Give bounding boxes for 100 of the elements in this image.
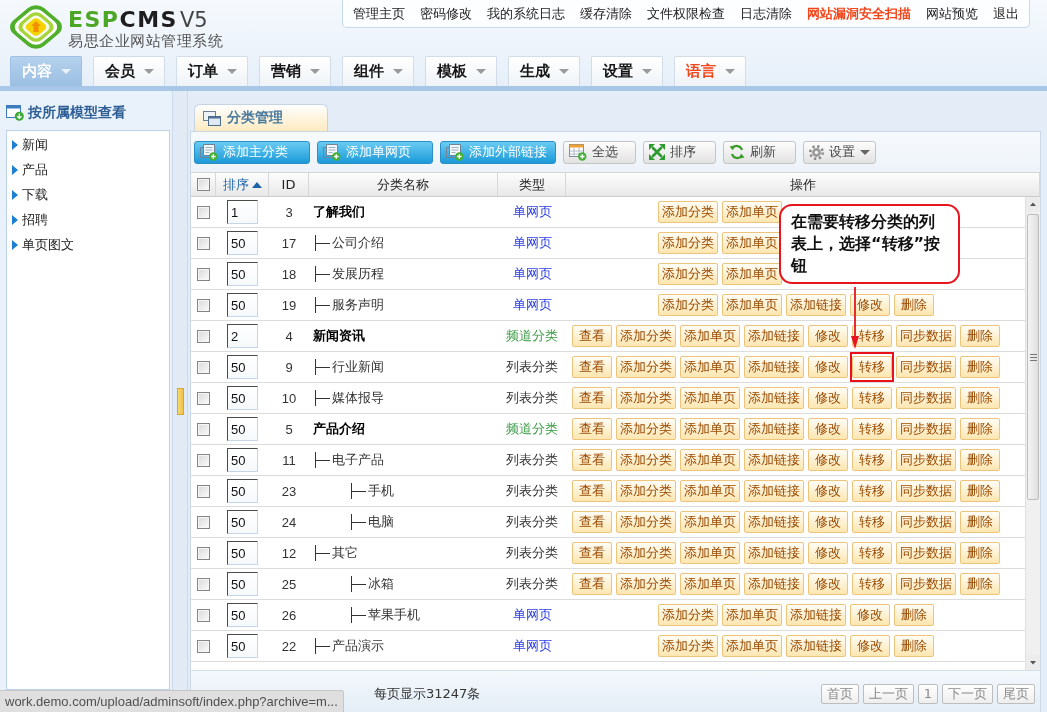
top-nav-link[interactable]: 日志清除 <box>740 4 792 23</box>
order-input[interactable]: 50 <box>227 603 258 627</box>
action-button[interactable]: 同步数据 <box>895 480 956 502</box>
menu-tab[interactable]: 设置 <box>591 56 663 86</box>
action-button[interactable]: 添加单页 <box>721 604 782 626</box>
action-button[interactable]: 添加链接 <box>743 542 804 564</box>
sidebar-item[interactable]: 招聘 <box>12 207 169 232</box>
order-input[interactable]: 1 <box>227 200 258 224</box>
action-button[interactable]: 添加单页 <box>721 635 782 657</box>
order-input[interactable]: 50 <box>227 293 258 317</box>
action-button[interactable]: 删除 <box>893 635 934 657</box>
action-button[interactable]: 修改 <box>849 294 890 316</box>
menu-tab[interactable]: 模板 <box>425 56 497 86</box>
checkbox[interactable] <box>196 178 210 191</box>
action-button[interactable]: 添加单页 <box>721 294 782 316</box>
order-input[interactable]: 50 <box>227 541 258 565</box>
action-button[interactable]: 添加链接 <box>785 294 846 316</box>
top-nav-link[interactable]: 我的系统日志 <box>487 4 565 23</box>
action-button[interactable]: 添加分类 <box>615 356 676 378</box>
action-button[interactable]: 添加单页 <box>679 356 740 378</box>
checkbox[interactable] <box>197 453 210 467</box>
column-header[interactable]: 排序 <box>222 175 249 194</box>
order-input[interactable]: 50 <box>227 231 258 255</box>
order-input[interactable]: 2 <box>227 324 258 348</box>
order-input[interactable]: 50 <box>227 448 258 472</box>
order-input[interactable]: 50 <box>227 479 258 503</box>
action-button[interactable]: 添加分类 <box>657 263 718 285</box>
action-button[interactable]: 转移 <box>851 573 892 595</box>
checkbox[interactable] <box>197 608 210 622</box>
top-nav-link[interactable]: 网站漏洞安全扫描 <box>807 4 911 23</box>
action-button[interactable]: 添加分类 <box>657 604 718 626</box>
action-button[interactable]: 查看 <box>571 449 612 471</box>
checkbox[interactable] <box>197 546 210 560</box>
action-button[interactable]: 同步数据 <box>895 387 956 409</box>
menu-tab[interactable]: 语言 <box>674 56 746 86</box>
menu-tab[interactable]: 组件 <box>342 56 414 86</box>
action-button[interactable]: 添加链接 <box>785 635 846 657</box>
action-button[interactable]: 同步数据 <box>895 418 956 440</box>
action-button[interactable]: 删除 <box>959 542 1000 564</box>
action-button[interactable]: 删除 <box>959 449 1000 471</box>
panel-tab[interactable]: 分类管理 <box>194 104 328 131</box>
action-button[interactable]: 添加链接 <box>785 604 846 626</box>
action-button[interactable]: 添加分类 <box>657 294 718 316</box>
action-button[interactable]: 添加单页 <box>721 232 782 254</box>
action-button[interactable]: 添加单页 <box>679 542 740 564</box>
top-nav-link[interactable]: 退出 <box>993 4 1019 23</box>
action-button[interactable]: 添加分类 <box>615 449 676 471</box>
menu-tab[interactable]: 订单 <box>176 56 248 86</box>
toolbar-button[interactable]: 刷新 <box>723 140 796 164</box>
action-button[interactable]: 修改 <box>807 573 848 595</box>
action-button[interactable]: 修改 <box>807 356 848 378</box>
checkbox[interactable] <box>197 639 210 653</box>
action-button[interactable]: 删除 <box>959 325 1000 347</box>
action-button[interactable]: 删除 <box>959 511 1000 533</box>
action-button[interactable]: 添加分类 <box>615 325 676 347</box>
action-button[interactable]: 添加单页 <box>721 201 782 223</box>
toolbar-button[interactable]: 排序 <box>643 140 716 164</box>
action-button[interactable]: 同步数据 <box>895 542 956 564</box>
order-input[interactable]: 50 <box>227 355 258 379</box>
action-button[interactable]: 添加链接 <box>743 511 804 533</box>
action-button[interactable]: 同步数据 <box>895 449 956 471</box>
action-button[interactable]: 转移 <box>851 325 892 347</box>
action-button[interactable]: 查看 <box>571 325 612 347</box>
action-button[interactable]: 添加分类 <box>657 201 718 223</box>
action-button[interactable]: 查看 <box>571 356 612 378</box>
action-button[interactable]: 添加单页 <box>679 449 740 471</box>
action-button[interactable]: 添加单页 <box>679 325 740 347</box>
toolbar-button[interactable]: 设置 <box>803 140 876 164</box>
action-button[interactable]: 删除 <box>959 573 1000 595</box>
checkbox[interactable] <box>197 329 210 343</box>
action-button[interactable]: 修改 <box>807 542 848 564</box>
action-button[interactable]: 查看 <box>571 418 612 440</box>
checkbox[interactable] <box>197 205 210 219</box>
action-button[interactable]: 添加链接 <box>743 356 804 378</box>
splitter-handle[interactable] <box>176 388 184 415</box>
action-button[interactable]: 转移 <box>851 418 892 440</box>
action-button[interactable]: 添加链接 <box>743 573 804 595</box>
scrollbar-thumb[interactable] <box>1027 214 1039 500</box>
page-button[interactable]: 首页 <box>820 683 859 704</box>
top-nav-link[interactable]: 缓存清除 <box>580 4 632 23</box>
order-input[interactable]: 50 <box>227 510 258 534</box>
top-nav-link[interactable]: 管理主页 <box>353 4 405 23</box>
action-button[interactable]: 修改 <box>807 418 848 440</box>
sidebar-item[interactable]: 下载 <box>12 182 169 207</box>
checkbox[interactable] <box>197 577 210 591</box>
action-button[interactable]: 添加单页 <box>721 263 782 285</box>
action-button[interactable]: 转移 <box>851 480 892 502</box>
action-button[interactable]: 添加单页 <box>679 573 740 595</box>
action-button[interactable]: 添加分类 <box>615 418 676 440</box>
action-button[interactable]: 添加单页 <box>679 418 740 440</box>
action-button[interactable]: 添加链接 <box>743 325 804 347</box>
action-button[interactable]: 添加链接 <box>743 387 804 409</box>
action-button[interactable]: 添加单页 <box>679 511 740 533</box>
action-button[interactable]: 添加链接 <box>743 480 804 502</box>
order-input[interactable]: 50 <box>227 386 258 410</box>
action-button[interactable]: 同步数据 <box>895 325 956 347</box>
checkbox[interactable] <box>197 422 210 436</box>
scrollbar[interactable] <box>1025 197 1040 670</box>
page-button[interactable]: 上一页 <box>862 683 914 704</box>
action-button[interactable]: 修改 <box>849 635 890 657</box>
